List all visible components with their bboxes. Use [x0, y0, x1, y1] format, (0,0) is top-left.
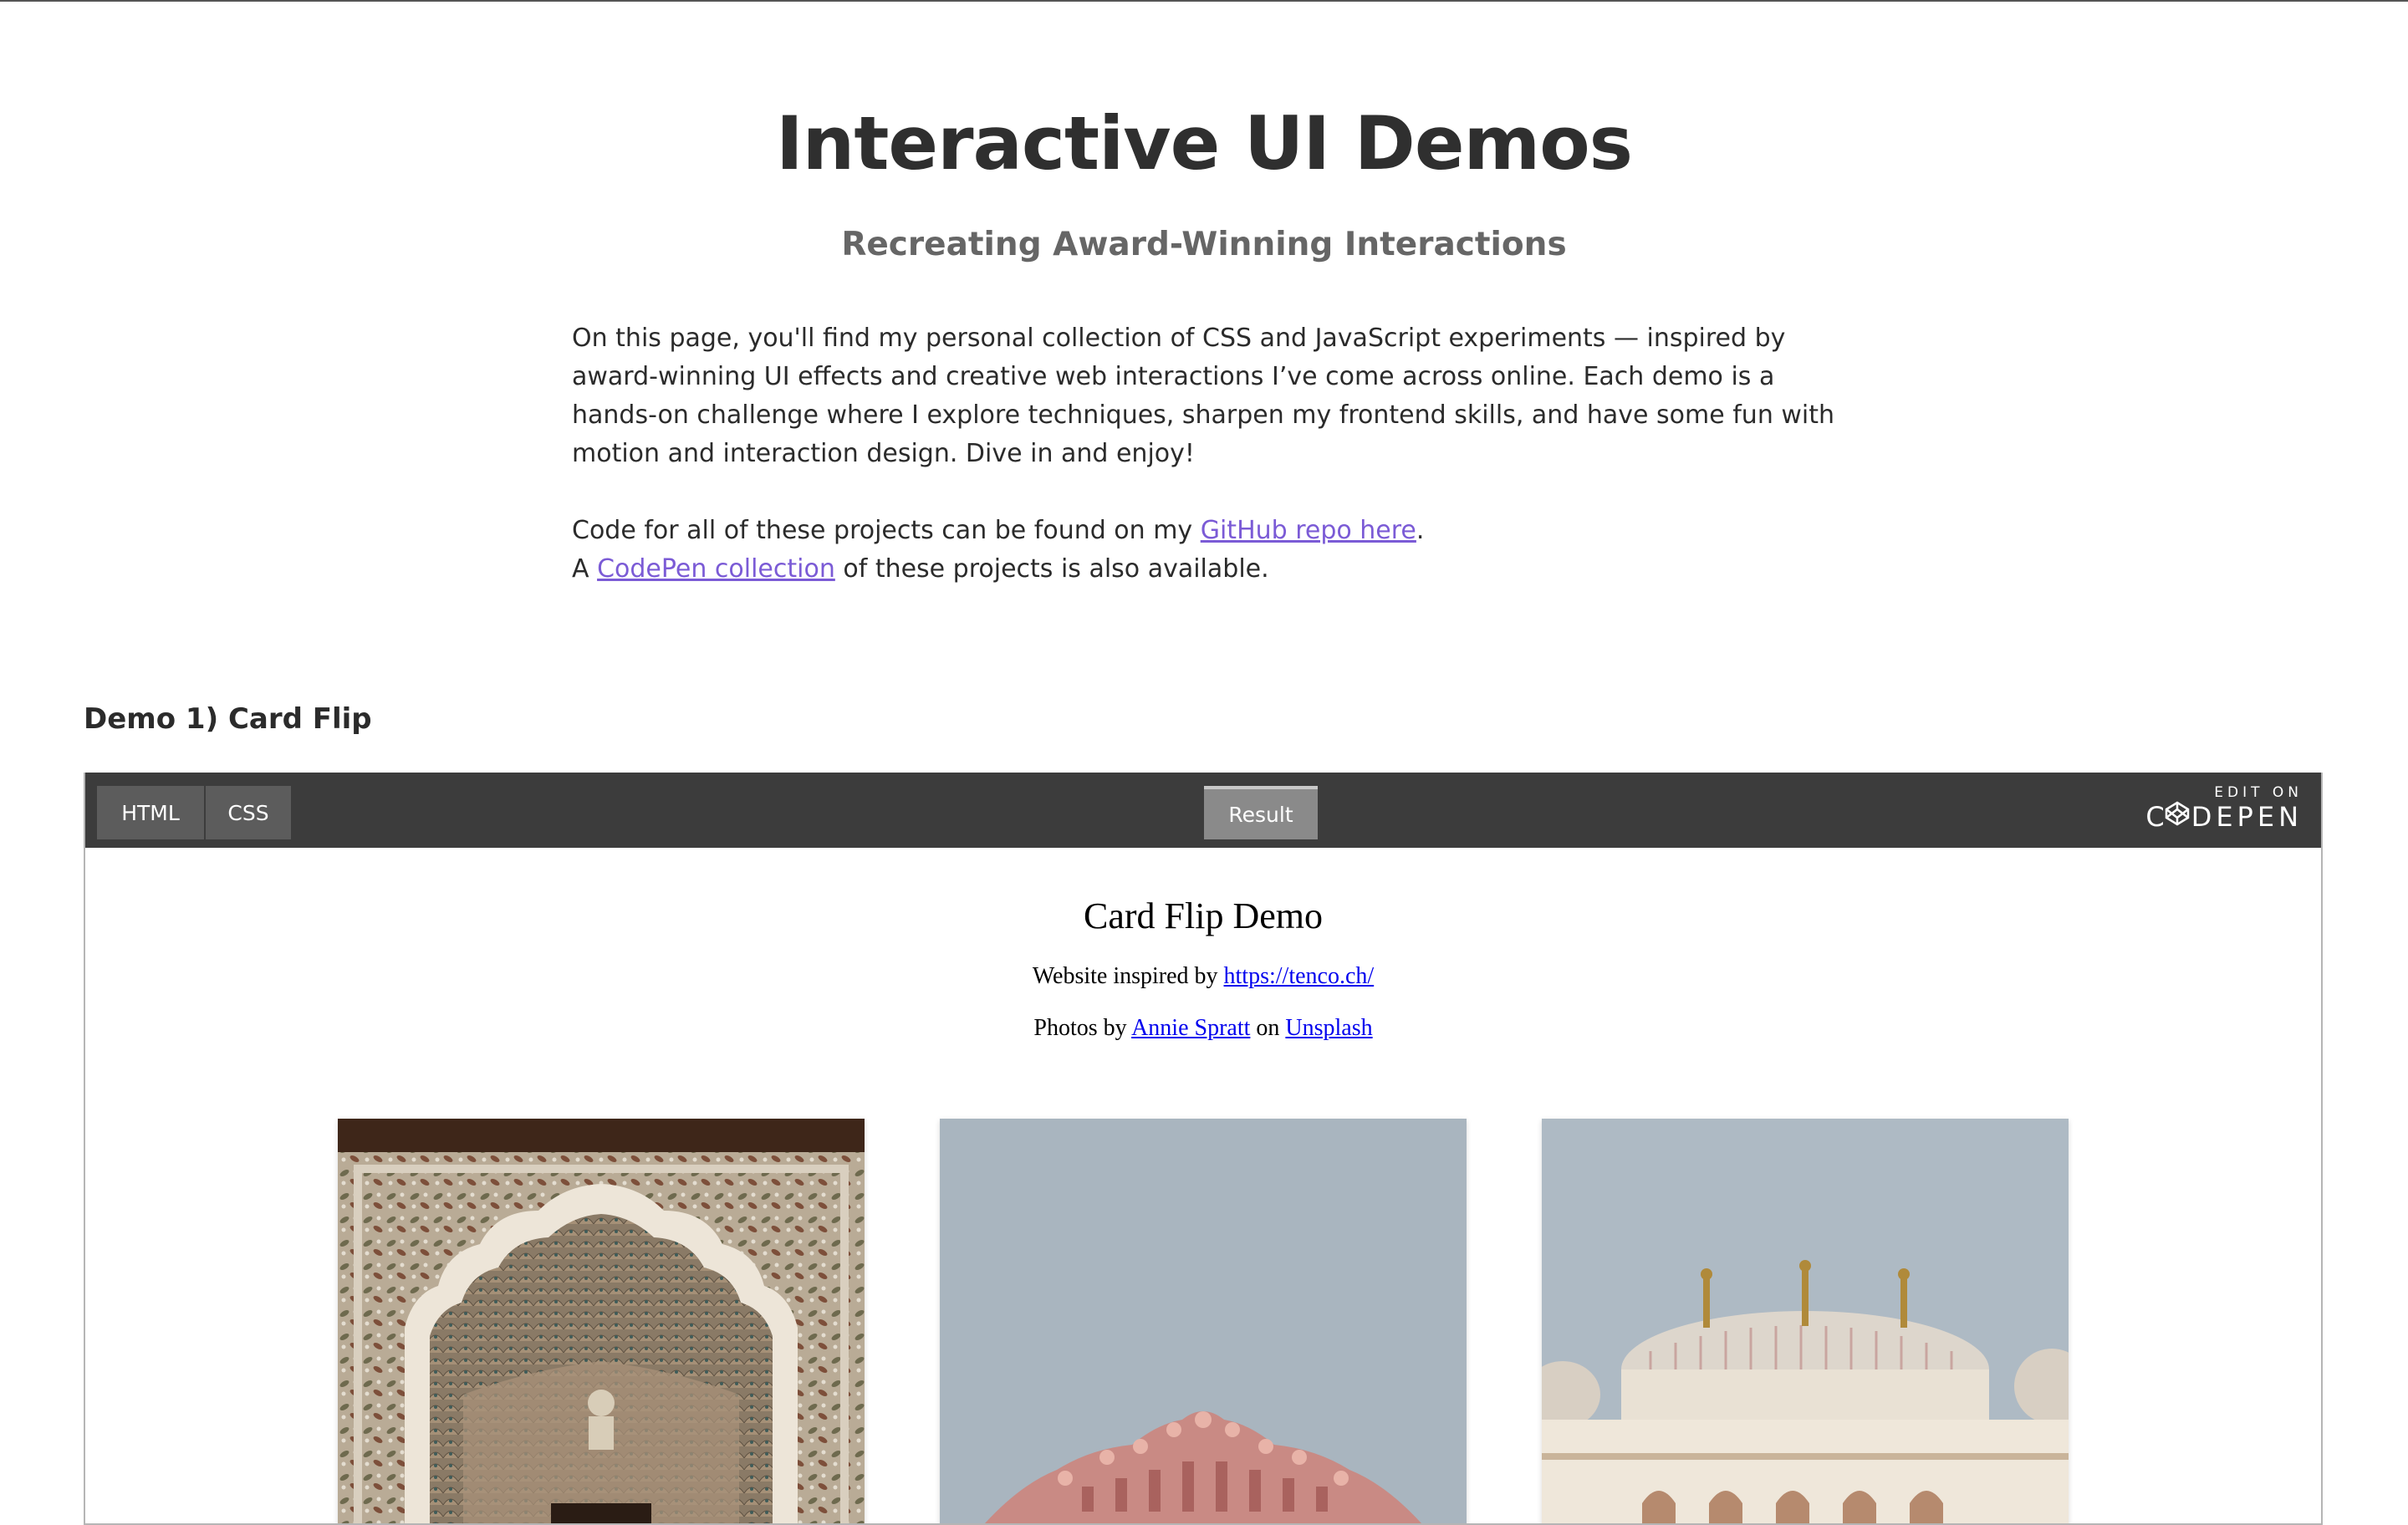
tab-css[interactable]: CSS — [206, 786, 291, 839]
codepen-embed: HTML CSS Result EDIT ON C DEPEN Card Fli… — [84, 773, 2323, 1525]
inspired-prefix-text: Website inspired by — [1032, 963, 1224, 989]
edit-on-label: EDIT ON — [2214, 784, 2303, 801]
code-prefix-text: Code for all of these projects can be fo… — [572, 516, 1201, 545]
github-repo-link[interactable]: GitHub repo here — [1201, 516, 1416, 545]
photo-credit-line: Photos by Annie Spratt on Unsplash — [85, 1015, 2321, 1042]
flip-card[interactable] — [1542, 1119, 2069, 1523]
demo-title: Card Flip Demo — [1084, 895, 1323, 936]
tab-html[interactable]: HTML — [97, 786, 204, 839]
flip-card[interactable] — [940, 1119, 1467, 1523]
photographer-link[interactable]: Annie Spratt — [1131, 1015, 1250, 1041]
inspired-by-line: Website inspired by https://tenco.ch/ — [85, 963, 2321, 990]
archway-photo — [338, 1119, 865, 1523]
codepen-collection-link[interactable]: CodePen collection — [597, 554, 835, 584]
demo-1-heading: Demo 1) Card Flip — [84, 702, 372, 736]
intro-paragraph: On this page, you'll find my personal co… — [572, 324, 1835, 468]
tenco-link[interactable]: https://tenco.ch/ — [1224, 963, 1375, 989]
palace-photo — [940, 1119, 1467, 1523]
codepen-suffix-text: of these projects is also available. — [834, 554, 1269, 584]
embed-toolbar: HTML CSS Result EDIT ON C DEPEN — [85, 773, 2321, 848]
edit-on-codepen-button[interactable]: EDIT ON C DEPEN — [2145, 784, 2303, 833]
photos-mid-text: on — [1250, 1015, 1286, 1041]
result-panel: Card Flip Demo Website inspired by https… — [85, 848, 2321, 1523]
code-suffix-text: . — [1416, 516, 1425, 545]
codepen-icon — [2165, 801, 2190, 833]
page-title: Interactive UI Demos — [775, 100, 1633, 186]
codepen-prefix-text: A — [572, 554, 598, 584]
flip-card[interactable] — [338, 1119, 865, 1523]
codepen-wordmark-text: DEPEN — [2191, 801, 2303, 833]
page-subtitle: Recreating Award-Winning Interactions — [841, 226, 1567, 263]
photos-prefix-text: Photos by — [1033, 1015, 1132, 1041]
tab-result[interactable]: Result — [1204, 786, 1318, 839]
unsplash-link[interactable]: Unsplash — [1285, 1015, 1372, 1041]
links-paragraph: Code for all of these projects can be fo… — [572, 512, 1843, 589]
codepen-wordmark: C DEPEN — [2145, 801, 2303, 833]
white-palace-photo — [1542, 1119, 2069, 1523]
